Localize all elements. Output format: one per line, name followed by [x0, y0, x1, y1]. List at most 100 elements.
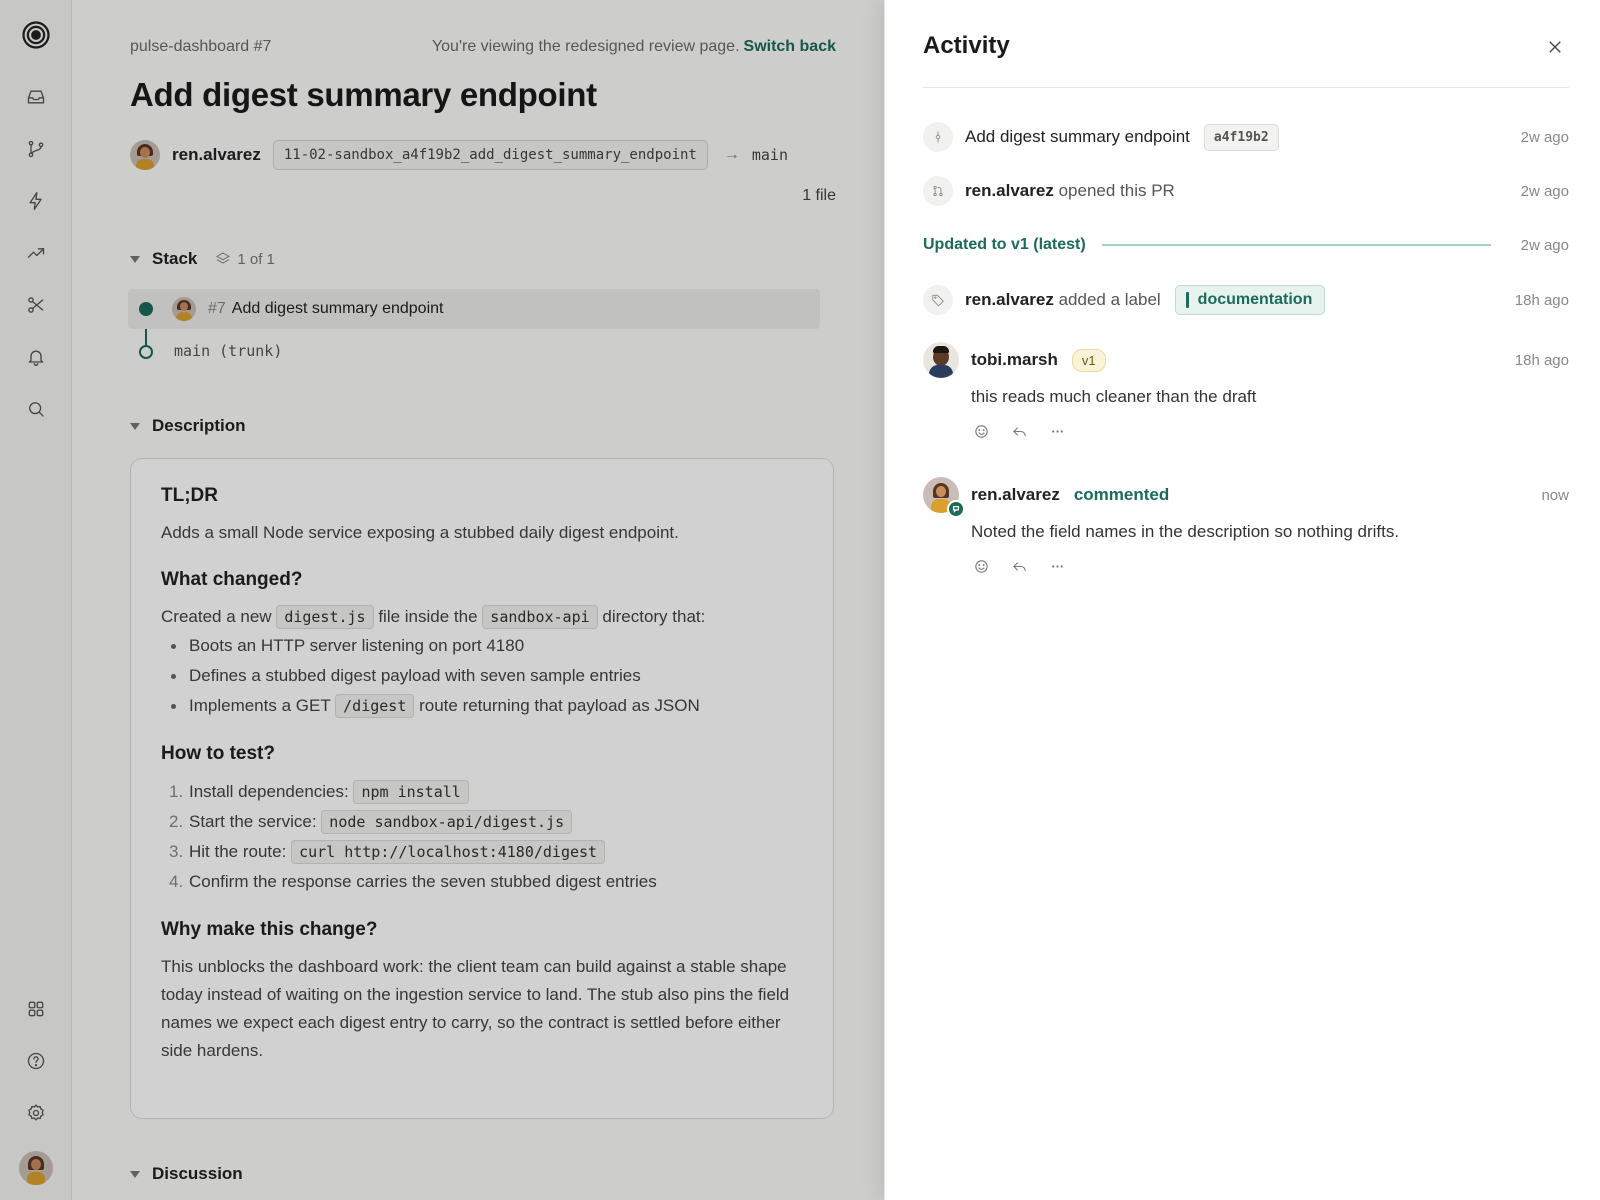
more-icon[interactable]	[1047, 421, 1067, 441]
comment: ren.alvarez commented now Noted the fiel…	[923, 476, 1569, 576]
arrow-right-icon: →	[723, 146, 740, 163]
avatar	[172, 297, 196, 321]
search-icon[interactable]	[18, 391, 54, 427]
chevron-down-icon	[130, 255, 140, 263]
changed-list: Boots an HTTP server listening on port 4…	[161, 631, 803, 721]
comment: tobi.marsh v1 18h ago this reads much cl…	[923, 341, 1569, 441]
step-text: Install dependencies:	[189, 782, 349, 801]
files-count[interactable]: 1 file	[802, 187, 836, 205]
emoji-icon[interactable]	[971, 556, 991, 576]
stack-dot-current	[139, 302, 153, 316]
tag-icon	[923, 285, 953, 315]
pr-main: pulse-dashboard #7 You're viewing the re…	[72, 0, 884, 1200]
comment-bubble-icon	[947, 500, 965, 518]
commit-sha[interactable]: a4f19b2	[1203, 123, 1279, 151]
inline-code: sandbox-api	[482, 605, 598, 629]
comment-body: Noted the field names in the description…	[971, 522, 1400, 541]
step-text: Confirm the response carries the seven s…	[189, 872, 657, 891]
update-label[interactable]: Updated to v1 (latest)	[923, 236, 1086, 254]
reply-icon[interactable]	[1009, 556, 1029, 576]
commit-title: Add digest summary endpoint	[965, 127, 1190, 146]
user-avatar-image	[19, 1151, 53, 1185]
list-item: Boots an HTTP server listening on port 4…	[161, 631, 803, 661]
discussion-section-toggle[interactable]: Discussion	[130, 1164, 243, 1184]
comment-time: 18h ago	[1514, 351, 1569, 369]
comment-header: tobi.marsh v1 18h ago	[923, 341, 1569, 379]
avatar[interactable]	[130, 140, 160, 170]
redesign-notice-text: You're viewing the redesigned review pag…	[431, 38, 740, 55]
branch-icon[interactable]	[18, 131, 54, 167]
changed-text-1: Created a new	[161, 607, 272, 626]
more-icon[interactable]	[1047, 556, 1067, 576]
inline-code: node sandbox-api/digest.js	[321, 810, 573, 834]
label-chip[interactable]: documentation	[1174, 285, 1326, 315]
branch-chip[interactable]: 11-02-sandbox_a4f19b2_add_digest_summary…	[272, 140, 708, 170]
step-number: 4.	[169, 872, 184, 891]
avatar[interactable]	[923, 477, 965, 518]
tldr-heading: TL;DR	[161, 485, 218, 506]
changed-text-2: file inside the	[378, 607, 478, 626]
inline-code: /digest	[335, 694, 415, 718]
event-action: opened this PR	[1058, 181, 1175, 200]
chevron-down-icon	[130, 422, 140, 430]
inline-code: digest.js	[276, 605, 374, 629]
comment-actions	[971, 556, 1569, 576]
target-branch: main	[751, 146, 788, 164]
help-icon[interactable]	[18, 1043, 54, 1079]
event-time: 2w ago	[1520, 182, 1569, 200]
update-line	[1101, 244, 1491, 246]
description-card: TL;DR Adds a small Node service exposing…	[130, 458, 834, 1119]
close-icon[interactable]	[1540, 32, 1570, 62]
step-number: 3.	[169, 842, 184, 861]
inbox-icon[interactable]	[18, 79, 54, 115]
why-body: This unblocks the dashboard work: the cl…	[161, 957, 790, 1060]
user-avatar[interactable]	[18, 1150, 54, 1186]
event-commit: Add digest summary endpoint a4f19b2 2w a…	[923, 122, 1569, 152]
stack-section-toggle[interactable]: Stack 1 of 1	[130, 249, 275, 269]
app-logo-icon[interactable]	[18, 17, 54, 53]
stack-item-number: #7	[208, 300, 226, 317]
test-heading: How to test?	[161, 743, 275, 764]
switch-back-link[interactable]: Switch back	[744, 38, 836, 55]
grid-icon[interactable]	[18, 991, 54, 1027]
comment-author[interactable]: ren.alvarez	[971, 485, 1060, 505]
inline-code: curl http://localhost:4180/digest	[291, 840, 606, 864]
event-user[interactable]: ren.alvarez	[965, 290, 1054, 309]
step-text: Hit the route:	[189, 842, 287, 861]
bolt-icon[interactable]	[18, 183, 54, 219]
tldr-body: Adds a small Node service exposing a stu…	[161, 523, 679, 542]
list-item: 3. Hit the route: curl http://localhost:4…	[161, 837, 803, 867]
stack-count-label: 1 of 1	[237, 250, 275, 268]
trunk-label[interactable]: main (trunk)	[174, 342, 282, 360]
avatar[interactable]	[923, 342, 959, 378]
left-rail	[0, 0, 72, 1200]
step-number: 1.	[169, 782, 184, 801]
list-item: Defines a stubbed digest payload with se…	[161, 661, 803, 691]
list-item: 2. Start the service: node sandbox-api/di…	[161, 807, 803, 837]
chart-icon[interactable]	[18, 235, 54, 271]
author-name[interactable]: ren.alvarez	[172, 145, 261, 165]
comment-body: this reads much cleaner than the draft	[971, 387, 1257, 406]
layers-icon	[216, 252, 231, 264]
bell-icon[interactable]	[18, 339, 54, 375]
settings-icon[interactable]	[18, 1095, 54, 1131]
merge-icon[interactable]	[18, 287, 54, 323]
changed-body: Created a new digest.js file inside the …	[161, 603, 803, 631]
comment-time: now	[1541, 486, 1569, 504]
stack-count: 1 of 1	[215, 251, 275, 268]
description-section-toggle[interactable]: Description	[130, 416, 246, 436]
comment-author[interactable]: tobi.marsh	[971, 350, 1058, 370]
redesign-notice: You're viewing the redesigned review pag…	[432, 38, 836, 56]
page-title: Add digest summary endpoint	[130, 76, 597, 113]
emoji-icon[interactable]	[971, 421, 991, 441]
event-user[interactable]: ren.alvarez	[965, 181, 1054, 200]
why-heading: Why make this change?	[161, 919, 378, 940]
inline-code: npm install	[353, 780, 469, 804]
list-item: 1. Install dependencies: npm install	[161, 777, 803, 807]
event-action: added a label	[1058, 290, 1161, 309]
stack-item[interactable]: #7 Add digest summary endpoint	[128, 289, 820, 329]
breadcrumb[interactable]: pulse-dashboard #7	[130, 38, 271, 56]
reply-icon[interactable]	[1009, 421, 1029, 441]
event-text: ren.alvarez opened this PR	[965, 181, 1175, 201]
step-text: Start the service:	[189, 812, 317, 831]
